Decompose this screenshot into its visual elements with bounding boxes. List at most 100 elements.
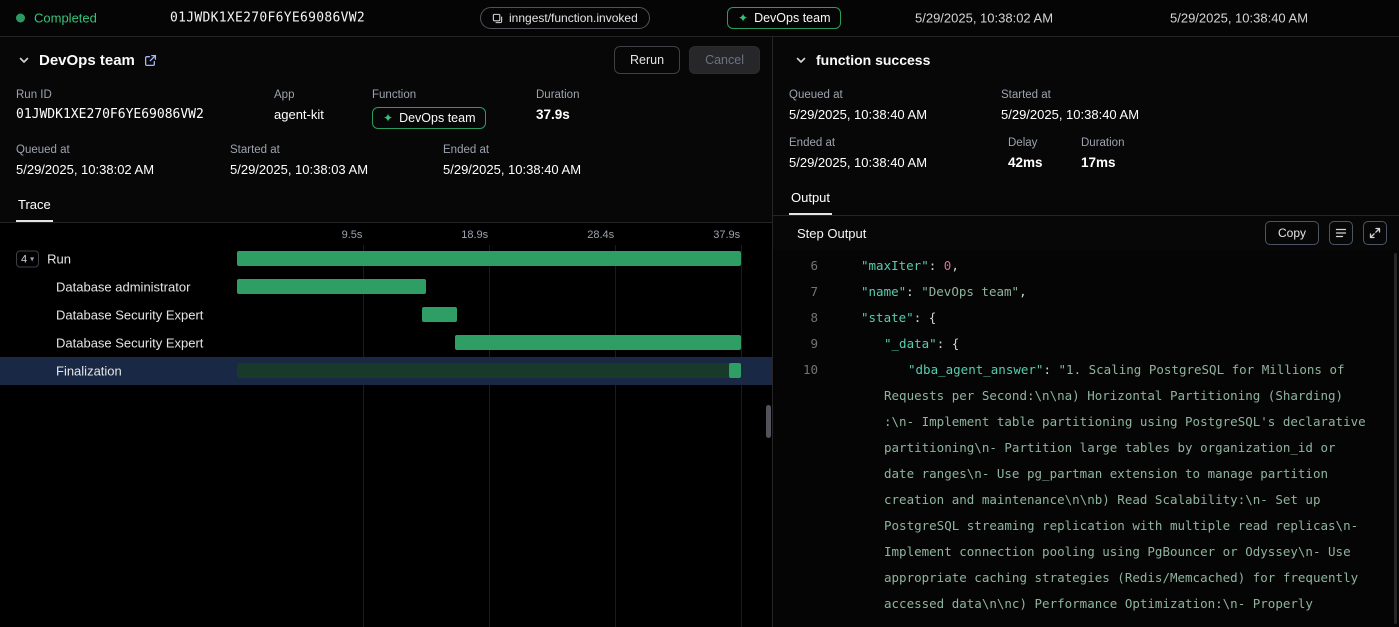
rerun-button[interactable]: Rerun bbox=[614, 46, 680, 74]
span-count-chip[interactable]: 4▾ bbox=[16, 251, 39, 268]
line-number: 8 bbox=[773, 305, 818, 331]
topbar-ended-time: 5/29/2025, 10:38:40 AM bbox=[1170, 11, 1308, 26]
trace-row-label-group: Database Security Expert bbox=[56, 308, 203, 323]
queued-at-value: 5/29/2025, 10:38:02 AM bbox=[16, 162, 230, 177]
line-number bbox=[773, 591, 818, 617]
started-at-value: 5/29/2025, 10:38:40 AM bbox=[1001, 107, 1139, 122]
line-number bbox=[773, 461, 818, 487]
axis-tick-label: 18.9s bbox=[461, 229, 488, 241]
code-line-content: creation and maintenance\n\nb) Read Scal… bbox=[837, 487, 1321, 513]
topbar-run-id: 01JWDK1XE270F6YE69086VW2 bbox=[170, 11, 365, 26]
code-line-content: "name": "DevOps team", bbox=[837, 279, 1027, 305]
expand-button[interactable] bbox=[1363, 221, 1387, 245]
function-label: Function bbox=[372, 89, 536, 101]
code-line-content: accessed data\n\nc) Performance Optimiza… bbox=[837, 591, 1313, 617]
chevron-down-icon[interactable] bbox=[18, 54, 30, 66]
event-badge[interactable]: inngest/function.invoked bbox=[480, 7, 650, 29]
duration-value: 37.9s bbox=[536, 107, 579, 122]
code-line-content: PostgreSQL streaming replication with mu… bbox=[837, 513, 1358, 539]
run-id-value: 01JWDK1XE270F6YE69086VW2 bbox=[16, 107, 274, 122]
right-tabs: Output bbox=[773, 185, 1399, 216]
cancel-button[interactable]: Cancel bbox=[689, 46, 760, 74]
tab-output[interactable]: Output bbox=[789, 185, 832, 215]
delay-value: 42ms bbox=[1008, 155, 1081, 170]
code-line: 9 "_data": { bbox=[773, 331, 1399, 357]
line-number: 10 bbox=[773, 357, 818, 383]
ended-at-value: 5/29/2025, 10:38:40 AM bbox=[443, 162, 581, 177]
queued-at-label: Queued at bbox=[16, 144, 230, 156]
ended-at-label: Ended at bbox=[443, 144, 581, 156]
function-pill[interactable]: ✦ DevOps team bbox=[372, 107, 486, 129]
chevron-down-icon: ▾ bbox=[30, 255, 34, 264]
code-line: Requests per Second:\n\na) Horizontal Pa… bbox=[773, 383, 1399, 409]
code-line: 7 "name": "DevOps team", bbox=[773, 279, 1399, 305]
trace-row[interactable]: Finalization bbox=[0, 357, 772, 385]
code-line-content: "dba_agent_answer": "1. Scaling PostgreS… bbox=[837, 357, 1345, 383]
status-dot-icon bbox=[16, 14, 25, 23]
sparkle-icon: ✦ bbox=[738, 12, 748, 24]
trace-span-bar[interactable] bbox=[729, 363, 741, 378]
scrollbar-thumb[interactable] bbox=[766, 405, 771, 438]
trace-span-bar[interactable] bbox=[237, 363, 741, 378]
code-line-content: "_data": { bbox=[837, 331, 959, 357]
app-label: App bbox=[274, 89, 372, 101]
ended-at-value: 5/29/2025, 10:38:40 AM bbox=[789, 155, 1008, 170]
left-tabs: Trace bbox=[0, 192, 772, 223]
app-link[interactable]: agent-kit bbox=[274, 107, 372, 122]
started-at-value: 5/29/2025, 10:38:03 AM bbox=[230, 162, 443, 177]
status-label: Completed bbox=[34, 11, 97, 26]
wrap-lines-button[interactable] bbox=[1329, 221, 1353, 245]
duration-label: Duration bbox=[536, 89, 579, 101]
code-line-content: "maxIter": 0, bbox=[837, 253, 959, 279]
line-number bbox=[773, 539, 818, 565]
code-line: Implement connection pooling using PgBou… bbox=[773, 539, 1399, 565]
code-line-content: Implement connection pooling using PgBou… bbox=[837, 539, 1351, 565]
step-duration-label: Duration bbox=[1081, 137, 1124, 149]
topbar-queued-time: 5/29/2025, 10:38:02 AM bbox=[915, 11, 1053, 26]
line-number bbox=[773, 435, 818, 461]
trace-row[interactable]: Database Security Expert bbox=[0, 301, 772, 329]
code-line: 10 "dba_agent_answer": "1. Scaling Postgr… bbox=[773, 357, 1399, 383]
trace-span-bar[interactable] bbox=[237, 251, 741, 266]
trace-row[interactable]: Database Security Expert bbox=[0, 329, 772, 357]
chevron-down-icon[interactable] bbox=[795, 54, 807, 66]
trace-row-label-group: 4▾ Run bbox=[16, 251, 71, 268]
function-badge[interactable]: ✦ DevOps team bbox=[727, 7, 841, 29]
code-scrollbar[interactable] bbox=[1394, 253, 1397, 624]
topbar: Completed 01JWDK1XE270F6YE69086VW2 innge… bbox=[0, 0, 1399, 37]
code-line: creation and maintenance\n\nb) Read Scal… bbox=[773, 487, 1399, 513]
lines-icon bbox=[1335, 227, 1347, 239]
trace-row-label: Database administrator bbox=[56, 280, 190, 295]
trace-row-label: Database Security Expert bbox=[56, 336, 203, 351]
trace-row[interactable]: Database administrator bbox=[0, 273, 772, 301]
code-line: 8 "state": { bbox=[773, 305, 1399, 331]
trace-row-label: Finalization bbox=[56, 364, 122, 379]
trace-row-label: Run bbox=[47, 252, 71, 267]
line-number bbox=[773, 409, 818, 435]
tab-trace[interactable]: Trace bbox=[16, 192, 53, 222]
code-line: partitioning\n- Partition large tables b… bbox=[773, 435, 1399, 461]
copy-button[interactable]: Copy bbox=[1265, 221, 1319, 245]
output-code-viewer[interactable]: 6 "maxIter": 0, 7 "name": "DevOps team", 8 "s… bbox=[773, 250, 1399, 627]
code-line-content: appropriate caching strategies (Redis/Me… bbox=[837, 565, 1358, 591]
run-id-label: Run ID bbox=[16, 89, 274, 101]
step-details-panel: function success Queued at 5/29/2025, 10… bbox=[773, 37, 1399, 627]
trace-span-bar[interactable] bbox=[422, 307, 457, 322]
trace-span-bar[interactable] bbox=[237, 279, 426, 294]
line-number bbox=[773, 565, 818, 591]
delay-label: Delay bbox=[1008, 137, 1081, 149]
started-at-label: Started at bbox=[230, 144, 443, 156]
code-line-content: "state": { bbox=[837, 305, 936, 331]
trace-span-bar[interactable] bbox=[455, 335, 741, 350]
line-number: 6 bbox=[773, 253, 818, 279]
code-lines: 6 "maxIter": 0, 7 "name": "DevOps team", 8 "s… bbox=[773, 253, 1399, 617]
code-line-content: Requests per Second:\n\na) Horizontal Pa… bbox=[837, 383, 1343, 409]
trace-row[interactable]: 4▾ Run bbox=[0, 245, 772, 273]
line-number: 9 bbox=[773, 331, 818, 357]
queued-at-value: 5/29/2025, 10:38:40 AM bbox=[789, 107, 1001, 122]
expand-icon bbox=[1369, 227, 1381, 239]
external-link-icon[interactable] bbox=[144, 54, 157, 67]
step-duration-value: 17ms bbox=[1081, 155, 1124, 170]
line-number: 7 bbox=[773, 279, 818, 305]
ended-at-label: Ended at bbox=[789, 137, 1008, 149]
